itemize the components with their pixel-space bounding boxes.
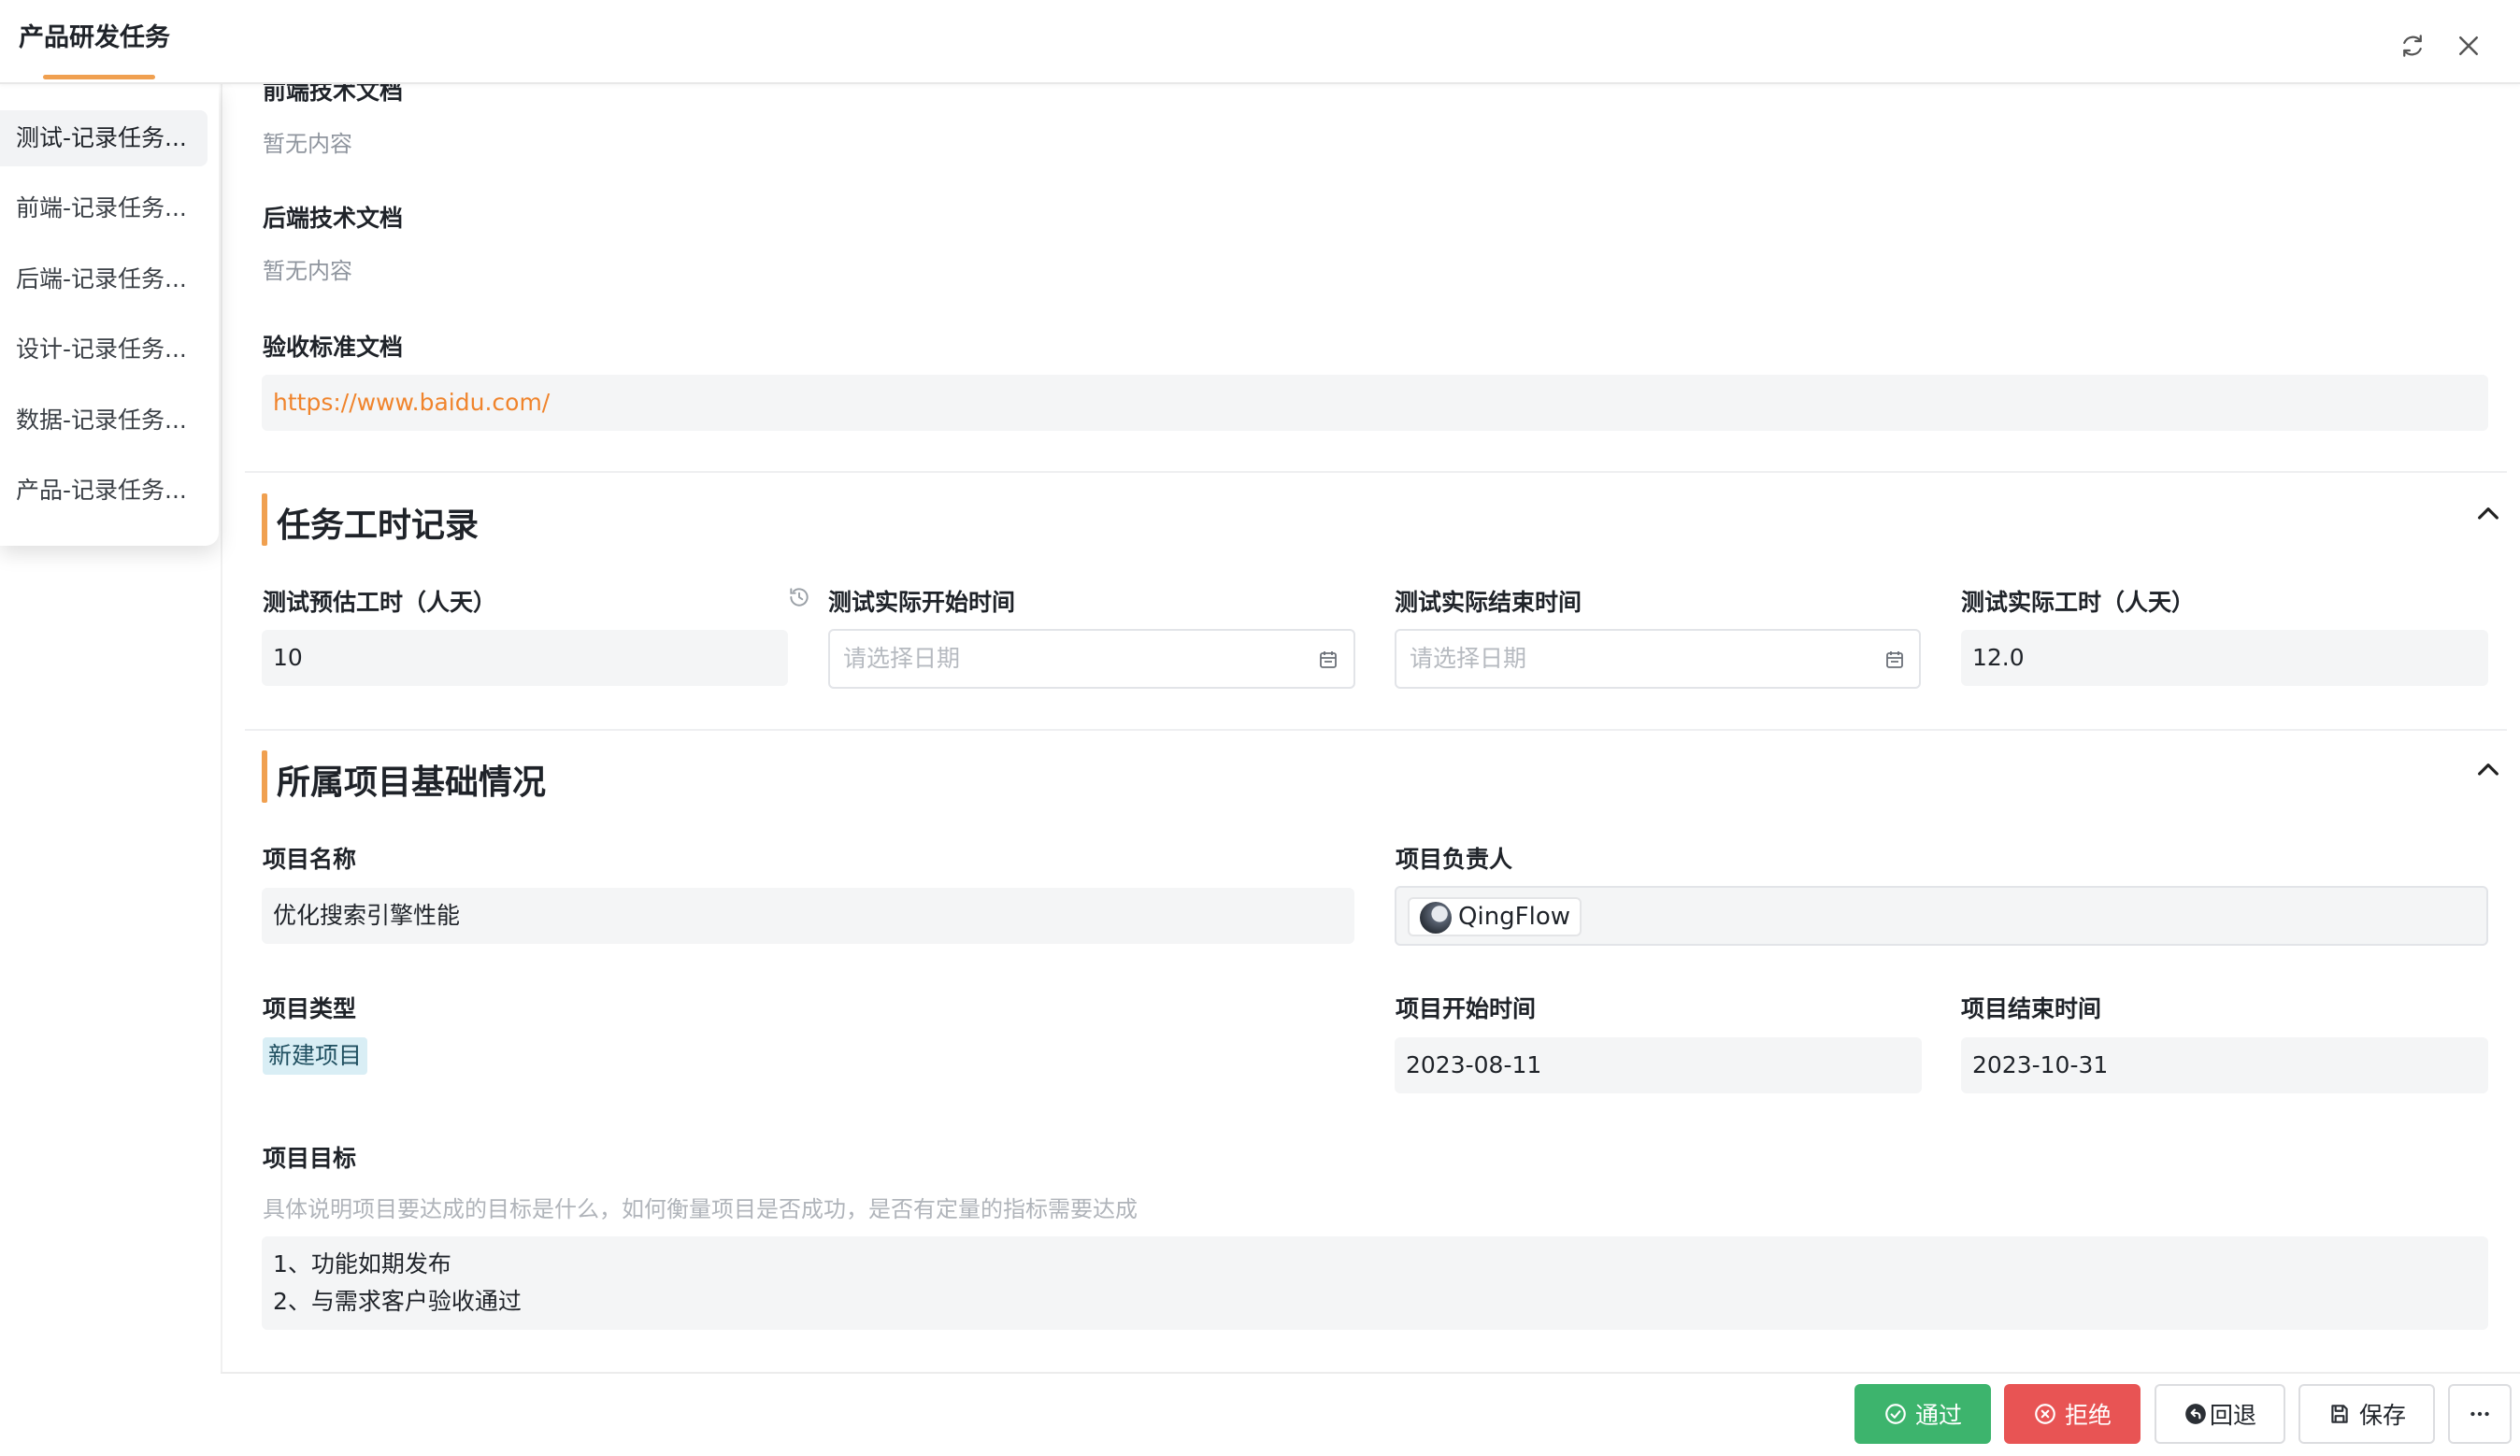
actual-start-date-input[interactable]: 请选择日期: [828, 629, 1355, 689]
project-goal-hint: 具体说明项目要达成的目标是什么，如何衡量项目是否成功，是否有定量的指标需要达成: [263, 1196, 1138, 1222]
project-start-label: 项目开始时间: [1396, 995, 1537, 1022]
project-owner-label: 项目负责人: [1396, 846, 1513, 873]
actual-end-label: 测试实际结束时间: [1395, 589, 1582, 616]
rollback-button[interactable]: 回退: [2155, 1384, 2285, 1444]
project-type-tag: 新建项目: [263, 1037, 368, 1075]
section-accent-bar: [262, 493, 267, 546]
actual-hours-label: 测试实际工时（人天）: [1961, 589, 2196, 616]
approve-label: 通过: [1914, 1402, 1962, 1429]
section-accent-bar: [262, 750, 267, 803]
project-start-value: 2023-08-11: [1395, 1037, 1922, 1093]
save-label: 保存: [2358, 1402, 2406, 1429]
calendar-icon[interactable]: [1883, 649, 1906, 671]
history-clock-icon[interactable]: [787, 585, 811, 609]
sidebar-item-product[interactable]: 产品-记录任务...: [0, 463, 208, 519]
reject-button[interactable]: 拒绝: [2004, 1384, 2141, 1444]
sidebar-item-frontend[interactable]: 前端-记录任务...: [0, 180, 208, 236]
task-dropdown-menu: 测试-记录任务... 前端-记录任务... 后端-记录任务... 设计-记录任务…: [0, 84, 219, 546]
sidebar-item-design[interactable]: 设计-记录任务...: [0, 321, 208, 378]
close-icon[interactable]: [2455, 32, 2483, 60]
approve-button[interactable]: 通过: [1854, 1384, 1991, 1444]
collapse-worktime-icon[interactable]: [2473, 499, 2503, 529]
worktime-section-title: 任务工时记录: [277, 507, 480, 545]
drawer-header: [0, 0, 2520, 84]
project-type-label: 项目类型: [263, 995, 357, 1022]
backend-doc-value: 暂无内容: [263, 258, 352, 284]
rollback-label: 回退: [2209, 1402, 2256, 1429]
active-tab-indicator: [43, 75, 155, 79]
section-divider: [245, 471, 2507, 473]
project-goal-value: 1、功能如期发布 2、与需求客户验收通过: [262, 1236, 2488, 1330]
close-circle-icon: [2035, 1404, 2055, 1424]
sidebar-item-backend[interactable]: 后端-记录任务...: [0, 251, 208, 307]
actual-end-date-input[interactable]: 请选择日期: [1395, 629, 1921, 689]
project-section-title: 所属项目基础情况: [277, 764, 547, 802]
acceptance-doc-link[interactable]: https://www.baidu.com/: [273, 389, 550, 416]
frontend-doc-value: 暂无内容: [263, 131, 352, 157]
actual-hours-value: 12.0: [1961, 630, 2488, 686]
acceptance-doc-field: https://www.baidu.com/: [262, 375, 2488, 431]
refresh-icon[interactable]: [2398, 32, 2427, 60]
estimate-hours-value: 10: [262, 630, 788, 686]
project-end-label: 项目结束时间: [1961, 995, 2102, 1022]
tab-title[interactable]: 产品研发任务: [19, 17, 170, 53]
project-end-value: 2023-10-31: [1961, 1037, 2488, 1093]
project-goal-label: 项目目标: [263, 1145, 357, 1172]
sidebar-item-test[interactable]: 测试-记录任务...: [0, 110, 208, 166]
goal-line: 2、与需求客户验收通过: [273, 1288, 522, 1315]
check-circle-icon: [1885, 1404, 1906, 1424]
actual-start-label: 测试实际开始时间: [828, 589, 1016, 616]
avatar: [1420, 902, 1452, 934]
section-divider: [245, 729, 2507, 731]
calendar-icon[interactable]: [1317, 649, 1339, 671]
estimate-hours-label: 测试预估工时（人天）: [263, 589, 497, 616]
sidebar-item-data[interactable]: 数据-记录任务...: [0, 393, 208, 449]
project-name-value: 优化搜索引擎性能: [262, 888, 1354, 944]
more-actions-button[interactable]: [2448, 1384, 2512, 1444]
goal-line: 1、功能如期发布: [273, 1250, 451, 1278]
backend-doc-label: 后端技术文档: [263, 205, 404, 232]
save-icon: [2331, 1405, 2348, 1423]
save-button[interactable]: 保存: [2298, 1384, 2435, 1444]
undo-icon: [2185, 1404, 2206, 1424]
collapse-project-icon[interactable]: [2473, 755, 2503, 785]
more-icon: [2470, 1411, 2489, 1417]
reject-label: 拒绝: [2064, 1402, 2112, 1429]
project-name-label: 项目名称: [263, 846, 357, 873]
acceptance-doc-label: 验收标准文档: [263, 334, 404, 361]
